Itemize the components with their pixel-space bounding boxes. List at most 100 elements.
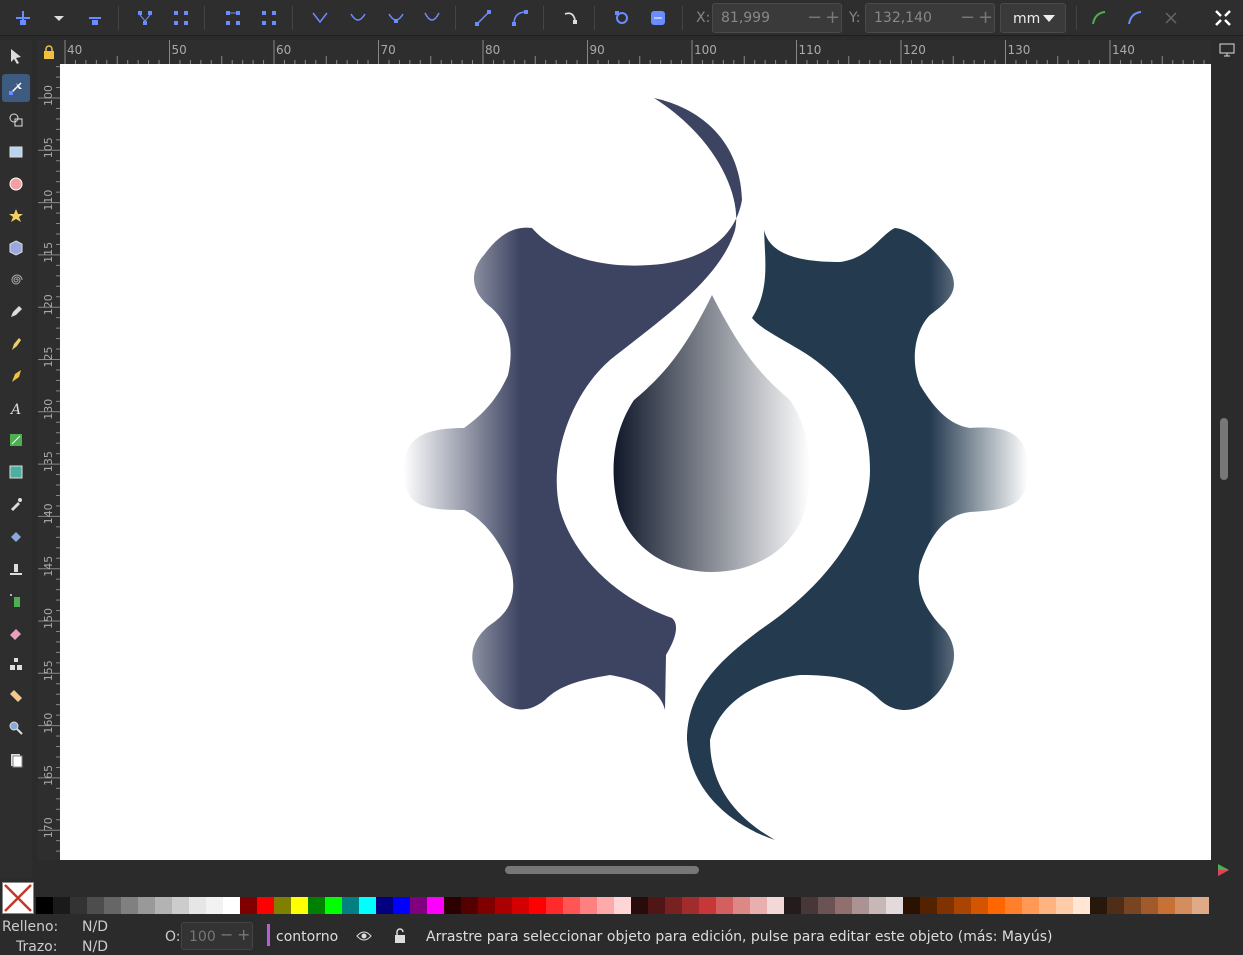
color-swatch[interactable]: [767, 897, 784, 914]
node-cusp-icon[interactable]: [305, 3, 335, 33]
y-increment-button[interactable]: +: [978, 8, 993, 28]
opacity-field[interactable]: 100 − +: [181, 922, 253, 950]
color-swatch[interactable]: [699, 897, 716, 914]
y-coordinate-field[interactable]: 132,140 − +: [865, 3, 995, 33]
current-layer-name[interactable]: contorno: [276, 929, 338, 945]
node-tool-icon[interactable]: [2, 74, 30, 102]
color-swatch[interactable]: [1158, 897, 1175, 914]
color-swatch[interactable]: [869, 897, 886, 914]
color-swatch[interactable]: [240, 897, 257, 914]
no-paint-swatch[interactable]: [2, 882, 34, 914]
color-swatch[interactable]: [342, 897, 359, 914]
ruler-horizontal[interactable]: 40 50 60 70 80 90 100 110 120 130 140: [60, 40, 1211, 64]
zoom-tool-icon[interactable]: [2, 714, 30, 742]
color-swatch[interactable]: [308, 897, 325, 914]
eye-icon[interactable]: [356, 929, 372, 943]
color-swatch[interactable]: [1141, 897, 1158, 914]
delete-node-icon[interactable]: [80, 3, 110, 33]
pencil-tool-icon[interactable]: [2, 298, 30, 326]
spray-tool-icon[interactable]: [2, 586, 30, 614]
opacity-increment-button[interactable]: +: [237, 925, 250, 944]
tweak-tool-icon[interactable]: [2, 106, 30, 134]
spiral-tool-icon[interactable]: [2, 266, 30, 294]
color-swatch[interactable]: [138, 897, 155, 914]
color-swatch[interactable]: [223, 897, 240, 914]
color-swatch[interactable]: [172, 897, 189, 914]
unlock-icon[interactable]: [393, 928, 407, 944]
color-swatch[interactable]: [512, 897, 529, 914]
color-swatch[interactable]: [1022, 897, 1039, 914]
color-swatch[interactable]: [886, 897, 903, 914]
color-swatch[interactable]: [1124, 897, 1141, 914]
color-swatch[interactable]: [1005, 897, 1022, 914]
calligraphy-tool-icon[interactable]: [2, 362, 30, 390]
color-swatch[interactable]: [53, 897, 70, 914]
color-swatch[interactable]: [920, 897, 937, 914]
color-swatch[interactable]: [716, 897, 733, 914]
object-to-path-icon[interactable]: [556, 3, 586, 33]
color-swatch[interactable]: [291, 897, 308, 914]
color-swatch[interactable]: [427, 897, 444, 914]
color-swatch[interactable]: [903, 897, 920, 914]
fill-value[interactable]: N/D: [82, 919, 108, 935]
mesh-tool-icon[interactable]: [2, 458, 30, 486]
color-swatch[interactable]: [189, 897, 206, 914]
color-swatch[interactable]: [937, 897, 954, 914]
color-swatch[interactable]: [36, 897, 53, 914]
ruler-lock[interactable]: [38, 40, 60, 64]
color-swatch[interactable]: [835, 897, 852, 914]
monitor-icon[interactable]: [1214, 40, 1240, 60]
dropper-tool-icon[interactable]: [2, 490, 30, 518]
color-swatch[interactable]: [495, 897, 512, 914]
color-swatch[interactable]: [750, 897, 767, 914]
color-swatch[interactable]: [546, 897, 563, 914]
color-swatch[interactable]: [104, 897, 121, 914]
transform-handles-icon[interactable]: [1208, 3, 1238, 33]
color-swatch[interactable]: [410, 897, 427, 914]
3d-box-tool-icon[interactable]: [2, 234, 30, 262]
color-swatch[interactable]: [1073, 897, 1090, 914]
color-swatch[interactable]: [648, 897, 665, 914]
pen-tool-icon[interactable]: [2, 330, 30, 358]
color-swatch[interactable]: [665, 897, 682, 914]
insert-node-icon[interactable]: [8, 3, 38, 33]
x-increment-button[interactable]: +: [825, 8, 840, 28]
star-tool-icon[interactable]: [2, 202, 30, 230]
stroke-value[interactable]: N/D: [82, 939, 108, 955]
color-swatch[interactable]: [325, 897, 342, 914]
color-swatch[interactable]: [1175, 897, 1192, 914]
vertical-scrollbar[interactable]: [1220, 418, 1228, 480]
gradient-tool-icon[interactable]: [2, 426, 30, 454]
color-swatch[interactable]: [274, 897, 291, 914]
color-swatch[interactable]: [631, 897, 648, 914]
node-smooth-icon[interactable]: [343, 3, 373, 33]
color-swatch[interactable]: [784, 897, 801, 914]
ruler-vertical[interactable]: 100 105 110 115 120 125 130 135 140 145 150 155 160 1…: [38, 64, 60, 860]
color-swatch[interactable]: [529, 897, 546, 914]
join-segment-icon[interactable]: [218, 3, 248, 33]
text-tool-icon[interactable]: A: [2, 394, 30, 422]
x-coordinate-field[interactable]: 81,999 − +: [712, 3, 842, 33]
color-swatch[interactable]: [1192, 897, 1209, 914]
color-swatch[interactable]: [444, 897, 461, 914]
break-path-icon[interactable]: [166, 3, 196, 33]
color-swatch[interactable]: [614, 897, 631, 914]
color-swatch[interactable]: [87, 897, 104, 914]
opacity-decrement-button[interactable]: −: [220, 925, 233, 944]
segment-curve-icon[interactable]: [505, 3, 535, 33]
node-symmetric-icon[interactable]: [381, 3, 411, 33]
tweak-spray-tool-icon[interactable]: [2, 554, 30, 582]
stroke-to-path-icon[interactable]: [607, 3, 637, 33]
color-swatch[interactable]: [563, 897, 580, 914]
drawing-canvas[interactable]: [60, 64, 1211, 860]
color-swatch[interactable]: [1107, 897, 1124, 914]
path-effect-icon[interactable]: [643, 3, 673, 33]
delete-segment-icon[interactable]: [254, 3, 284, 33]
color-swatch[interactable]: [1039, 897, 1056, 914]
color-manage-icon[interactable]: [1215, 862, 1233, 878]
unit-select[interactable]: mm: [1000, 3, 1066, 33]
connector-tool-icon[interactable]: [2, 650, 30, 678]
color-swatch[interactable]: [206, 897, 223, 914]
color-swatch[interactable]: [954, 897, 971, 914]
show-clip-path-icon[interactable]: [1120, 3, 1150, 33]
